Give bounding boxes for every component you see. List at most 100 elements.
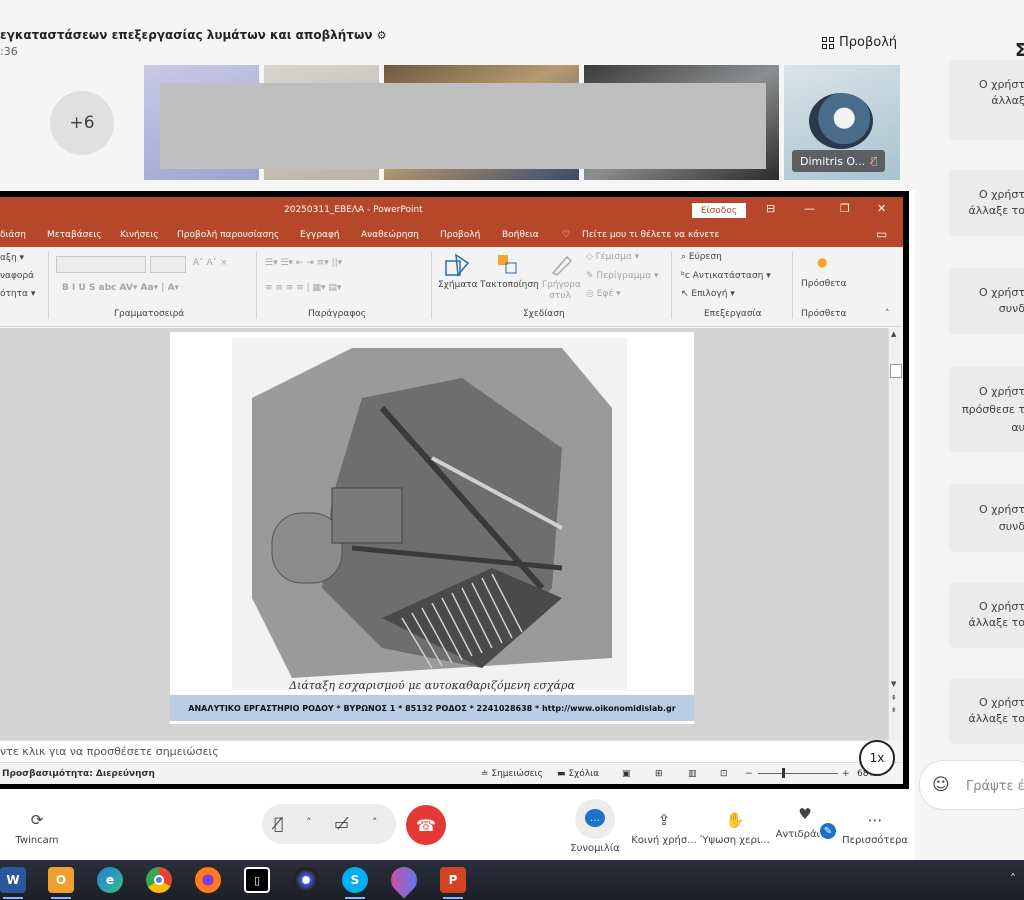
outlook-icon[interactable]: O [48, 867, 74, 893]
normal-view-icon[interactable]: ▣ [622, 769, 631, 779]
redaction-overlay [160, 83, 766, 169]
menu-transitions[interactable]: Μεταβάσεις [47, 230, 102, 240]
mic-options-chevron-icon[interactable]: ˄ [306, 816, 312, 829]
scrollbar-thumb[interactable] [890, 364, 902, 378]
slideshow-icon[interactable]: ⊡ [720, 769, 728, 779]
font-grow-icon[interactable]: A˄ A˅ ⨯ [193, 258, 228, 268]
chat-message: Ο χρήστ συνδ [949, 484, 1024, 552]
replace-label: Αντικατάσταση [692, 271, 764, 281]
more-button[interactable]: ⋯ Περισσότερα [842, 811, 908, 846]
settings-icon[interactable]: ⚙ [377, 29, 387, 42]
camera-off-icon[interactable]: ▭̸ [334, 814, 349, 833]
shapes-label[interactable]: Σχήματα [438, 280, 478, 290]
firefox-icon[interactable] [195, 867, 221, 893]
prev-slide-icon[interactable]: ⇞ [891, 694, 897, 702]
comments-toggle[interactable]: ▬ Σχόλια [557, 769, 599, 779]
screening-machine-photo [232, 338, 627, 690]
ribbon-left-item[interactable]: ότητα ▾ [0, 289, 35, 299]
word-icon[interactable]: W [0, 867, 26, 893]
select-button[interactable]: ↖ Επιλογή ▾ [681, 289, 735, 299]
quick-styles-icon[interactable] [549, 253, 573, 277]
zoom-in-icon[interactable]: + [842, 769, 850, 779]
share-button[interactable]: ⇪ Κοινή χρήσ... [629, 811, 699, 846]
scroll-up-icon[interactable]: ▲ [891, 330, 896, 338]
raise-hand-button[interactable]: ✋ Ύψωση χερι... [700, 811, 770, 846]
ribbon-separator [671, 251, 672, 319]
whiteboard-icon[interactable]: ▯ [244, 867, 270, 893]
tell-me-search[interactable]: Πείτε μου τι θέλετε να κάνετε [582, 230, 719, 240]
menu-design[interactable]: διάση [0, 230, 26, 240]
ppt-signin-button[interactable]: Είσοδος [692, 203, 746, 218]
font-format-icons[interactable]: B I U S abc AV▾ Aa▾ | A▾ [62, 283, 179, 293]
camera-options-chevron-icon[interactable]: ˄ [372, 816, 378, 829]
obs-icon[interactable] [293, 867, 319, 893]
menu-view[interactable]: Προβολή [440, 230, 480, 240]
ribbon-left-item[interactable]: ναφορά [0, 271, 34, 281]
share-label: Κοινή χρήσ... [631, 835, 697, 846]
restore-icon[interactable]: ❐ [840, 202, 850, 215]
shape-fill-button[interactable]: ◇ Γέμισμα ▾ [586, 252, 639, 262]
comments-icon[interactable]: ▭ [876, 227, 887, 241]
chat-message-line: Ο χρήστ [978, 600, 1024, 613]
ribbon-group-paragraph: Παράγραφος [308, 309, 367, 319]
close-icon[interactable]: ✕ [877, 202, 886, 215]
ribbon-left-item[interactable]: αξη ▾ [0, 253, 24, 263]
zoom-slider-thumb[interactable] [782, 768, 785, 778]
align-icons[interactable]: ≡ ≡ ≡ ≡ | ▦▾ ▤▾ [265, 283, 341, 293]
zoom-slider[interactable] [758, 773, 838, 774]
menu-help[interactable]: Βοήθεια [502, 230, 539, 240]
slide-scrollbar[interactable]: ▲ ▼ ⇞ ⇟ [888, 328, 903, 740]
emoji-icon[interactable]: ☺ [932, 775, 950, 795]
shape-outline-button[interactable]: ✎ Περίγραμμα ▾ [586, 271, 659, 281]
next-slide-icon[interactable]: ⇟ [891, 706, 897, 714]
menu-animations[interactable]: Κινήσεις [120, 230, 159, 240]
ribbon-display-icon[interactable]: ⊟ [766, 202, 775, 215]
replace-button[interactable]: ᵇc Αντικατάσταση ▾ [681, 271, 771, 281]
zoom-out-icon[interactable]: − [745, 769, 753, 779]
edge-icon[interactable]: e [97, 867, 123, 893]
list-icons[interactable]: ☰▾ ☰▾ ⇤ ⇥ ≡▾ ||▾ [265, 258, 342, 268]
ppt-ribbon: αξη ▾ ναφορά ότητα ▾ A˄ A˅ ⨯ B I U S abc… [0, 247, 903, 327]
notes-pane[interactable]: ντε κλικ για να προσθέσετε σημειώσεις [0, 740, 888, 762]
meeting-title: εγκαταστάσεων επεξεργασίας λυμάτων και α… [0, 28, 386, 42]
font-size-combo[interactable] [150, 256, 186, 273]
twincam-button[interactable]: ⟳ Twincam [14, 811, 60, 846]
chat-compose-box[interactable]: ☺ Γράψτε έ [919, 760, 1024, 810]
accessibility-status[interactable]: Προσβασιμότητα: Διερεύνηση [2, 769, 155, 779]
participant-name: Dimitris O... [800, 154, 866, 168]
arrange-icon[interactable] [496, 253, 520, 277]
mic-off-icon[interactable]: 🎙̸ [274, 814, 284, 833]
find-button[interactable]: ⌕ Εύρεση [681, 252, 722, 262]
shape-effects-button[interactable]: ◎ Εφέ ▾ [586, 289, 621, 299]
arrange-label[interactable]: Τακτοποίηση [480, 280, 539, 290]
droplet-app-icon[interactable] [385, 861, 423, 899]
shapes-icon[interactable] [444, 253, 470, 279]
addins-label[interactable]: Πρόσθετα [801, 279, 846, 289]
playback-speed-button[interactable]: 1x [859, 740, 895, 776]
addins-icon[interactable]: ● [817, 255, 827, 269]
chat-button[interactable]: … Συνομιλία [568, 799, 622, 854]
powerpoint-icon[interactable]: P [440, 867, 466, 893]
meeting-controls: ⟳ Twincam 🎙̸ ˄ ▭̸ ˄ ☎ … Συνομιλία ⇪ Κοιν… [0, 789, 915, 860]
minimize-icon[interactable]: — [804, 202, 815, 215]
scroll-down-icon[interactable]: ▼ [891, 680, 896, 688]
tray-chevron-icon[interactable]: ˄ [1010, 872, 1016, 886]
overflow-participants[interactable]: +6 [50, 91, 114, 155]
sorter-view-icon[interactable]: ⊞ [655, 769, 663, 779]
meeting-header: εγκαταστάσεων επεξεργασίας λυμάτων και α… [0, 0, 915, 190]
notes-toggle[interactable]: ≐ Σημειώσεις [481, 769, 543, 779]
collapse-ribbon-icon[interactable]: ˄ [885, 309, 890, 319]
taskbar-active-indicator [51, 897, 71, 899]
view-button[interactable]: Προβολή [822, 35, 897, 50]
hang-up-button[interactable]: ☎ [406, 805, 446, 845]
reading-view-icon[interactable]: ▥ [688, 769, 697, 779]
notes-toggle-label: Σημειώσεις [491, 769, 543, 779]
menu-slideshow[interactable]: Προβολή παρουσίασης [177, 230, 279, 240]
slide[interactable]: Διάταξη εσχαρισμού με αυτοκαθαριζόμενη ε… [170, 332, 694, 724]
quick-styles-label[interactable]: Γρήγορα στυλ [542, 280, 581, 302]
font-name-combo[interactable] [56, 256, 146, 273]
skype-icon[interactable]: S [342, 867, 368, 893]
menu-review[interactable]: Αναθεώρηση [361, 230, 419, 240]
menu-record[interactable]: Εγγραφή [300, 230, 340, 240]
chrome-icon[interactable] [146, 867, 172, 893]
